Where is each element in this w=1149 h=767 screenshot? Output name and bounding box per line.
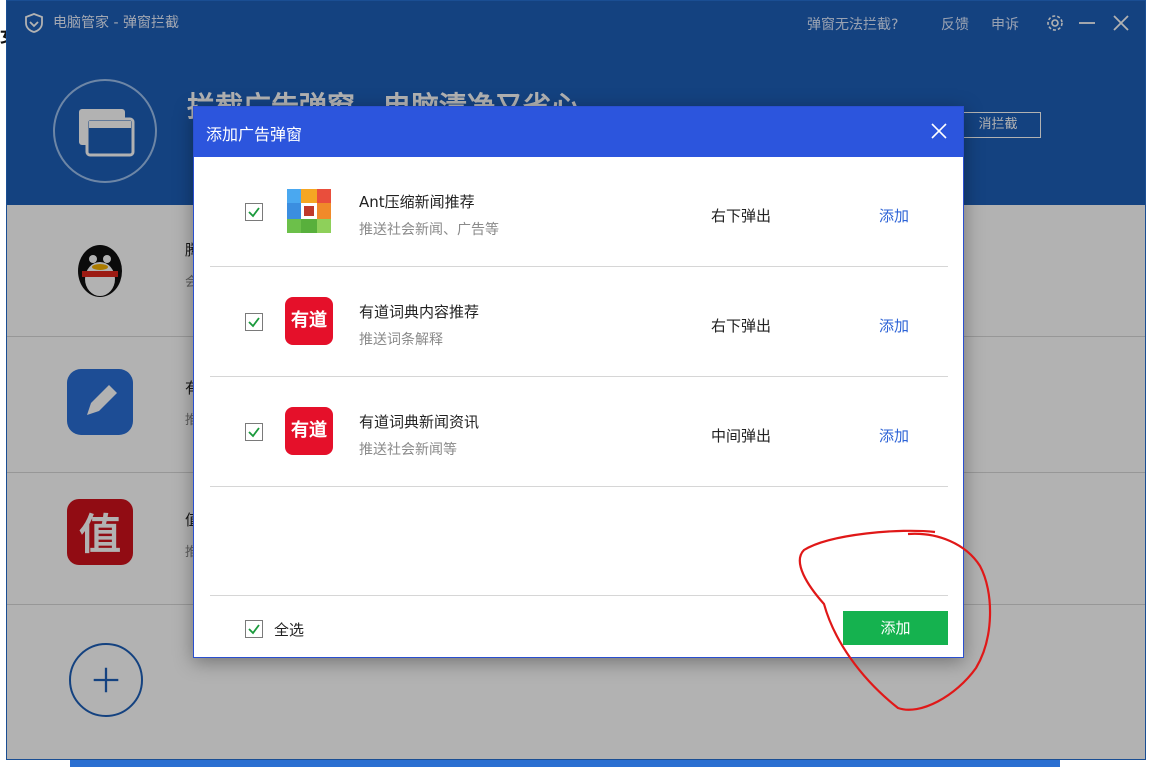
add-button[interactable]: 添加 — [843, 611, 948, 645]
item-position: 中间弹出 — [711, 427, 772, 445]
screenshot-root: 女 电脑管家 - 弹窗拦截 弹窗无法拦截? 反馈 申诉 — [0, 0, 1149, 767]
close-icon[interactable] — [927, 119, 951, 143]
add-popup-dialog: 添加广告弹窗 Ant压缩新闻推荐 推送社会新闻、广告等 右下弹出 添加 有道 有… — [193, 106, 964, 658]
item-desc: 推送社会新闻等 — [359, 442, 457, 458]
item-checkbox[interactable] — [245, 423, 263, 441]
youdao-icon: 有道 — [285, 407, 333, 455]
popup-item: 有道 有道词典内容推荐 推送词条解释 右下弹出 添加 — [210, 267, 948, 377]
dialog-footer: 全选 添加 — [210, 595, 948, 657]
item-desc: 推送词条解释 — [359, 332, 443, 348]
youdao-icon: 有道 — [285, 297, 333, 345]
check-icon — [248, 427, 260, 438]
popup-item: 有道 有道词典新闻资讯 推送社会新闻等 中间弹出 添加 — [210, 377, 948, 487]
item-add-link[interactable]: 添加 — [879, 205, 909, 226]
item-checkbox[interactable] — [245, 313, 263, 331]
item-name: Ant压缩新闻推荐 — [359, 193, 475, 211]
item-name: 有道词典新闻资讯 — [359, 413, 480, 431]
check-icon — [248, 317, 260, 328]
ant-zip-icon — [287, 189, 331, 233]
item-name: 有道词典内容推荐 — [359, 303, 480, 321]
dialog-title: 添加广告弹窗 — [206, 125, 303, 144]
item-position: 右下弹出 — [711, 207, 772, 225]
taskbar-strip — [70, 760, 1060, 767]
popup-item: Ant压缩新闻推荐 推送社会新闻、广告等 右下弹出 添加 — [210, 157, 948, 267]
item-add-link[interactable]: 添加 — [879, 315, 909, 336]
select-all-label: 全选 — [274, 621, 305, 639]
item-position: 右下弹出 — [711, 317, 772, 335]
select-all-checkbox[interactable] — [245, 620, 263, 638]
item-checkbox[interactable] — [245, 203, 263, 221]
item-add-link[interactable]: 添加 — [879, 425, 909, 446]
check-icon — [248, 624, 260, 635]
dialog-item-list: Ant压缩新闻推荐 推送社会新闻、广告等 右下弹出 添加 有道 有道词典内容推荐… — [210, 157, 948, 595]
check-icon — [248, 207, 260, 218]
dialog-header: 添加广告弹窗 — [194, 107, 963, 157]
item-desc: 推送社会新闻、广告等 — [359, 222, 499, 238]
